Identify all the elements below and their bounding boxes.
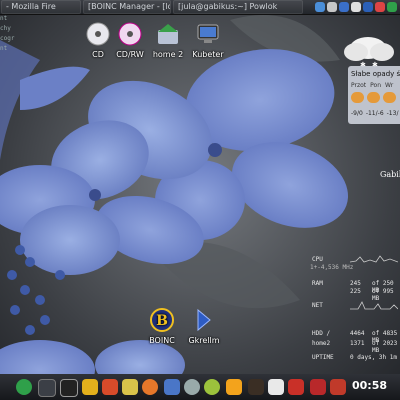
partly-cloudy-icon <box>367 92 380 103</box>
cloud-snow-icon: ✱ ✱ <box>344 37 394 69</box>
svg-text:B: B <box>156 313 168 329</box>
home-icon[interactable] <box>102 379 118 395</box>
task-boinc-manager[interactable]: [BOINC Manager - [localh <box>83 0 171 14</box>
office-icon[interactable] <box>310 379 326 395</box>
home-folder-icon <box>158 24 178 44</box>
desktop-icon-boinc[interactable]: B BOINC <box>142 308 182 345</box>
sysmon-value: 0 days, 3h 1m <box>350 354 397 361</box>
weather-day: Przot <box>351 82 367 89</box>
bluetooth-icon[interactable] <box>363 2 373 12</box>
editor-icon[interactable] <box>330 379 346 395</box>
desktop-icon-cdrw[interactable]: CD/RW <box>110 22 150 59</box>
system-monitor: CPU 1+-4,536 MHz RAM 245 of 250 MB 225 o… <box>310 250 400 368</box>
desktop-icon-label: Gkrellm <box>188 336 220 345</box>
volume-icon[interactable] <box>327 2 337 12</box>
desktop-icon-kubeter[interactable]: Kubeter <box>188 22 228 59</box>
partly-cloudy-icon <box>383 92 396 103</box>
chat-icon[interactable] <box>204 379 220 395</box>
firefox-icon[interactable] <box>142 379 158 395</box>
desktop-icon-home2[interactable]: home 2 <box>148 22 188 59</box>
sysmon-value: 245 <box>350 280 361 287</box>
penguin-icon[interactable] <box>268 379 284 395</box>
network-icon[interactable] <box>315 2 325 12</box>
sysmon-label: UPTIME <box>312 354 334 361</box>
cdrw-icon <box>118 22 142 46</box>
strip-line: chy <box>0 25 11 32</box>
top-taskbar: - Mozilla Fire [BOINC Manager - [localh … <box>0 0 400 15</box>
net-graph <box>350 301 398 310</box>
cpu-graph <box>350 255 398 263</box>
weather-temp: -13/ <box>386 110 399 117</box>
sysmon-max: of 2023 MB <box>372 340 398 354</box>
file-manager-icon[interactable] <box>82 379 98 395</box>
weather-temp: -9/0 <box>351 110 363 117</box>
gkrellm-tray-icon[interactable] <box>387 2 397 12</box>
package-icon[interactable] <box>226 379 242 395</box>
clock[interactable]: 00:58 <box>352 379 387 392</box>
start-menu-icon[interactable] <box>16 379 32 395</box>
bottom-dock: 00:58 <box>0 374 400 400</box>
weather-day: Wr <box>385 82 394 89</box>
terminal-icon[interactable] <box>60 379 78 397</box>
mail-icon[interactable] <box>164 379 180 395</box>
weather-description: Słabe opady ś <box>351 70 400 78</box>
weather-days: Przot Pon Wr <box>351 82 400 89</box>
game-icon[interactable] <box>288 379 304 395</box>
strip-line: nt <box>0 15 8 22</box>
cd-icon <box>86 22 110 46</box>
gkrellm-icon <box>197 308 211 332</box>
sysmon-label: RAM <box>312 280 323 287</box>
task-firefox[interactable]: - Mozilla Fire <box>1 0 81 14</box>
image-viewer-icon[interactable] <box>248 379 264 395</box>
desktop-icon-gkrellm[interactable]: Gkrellm <box>184 308 224 345</box>
sysmon-label: NET <box>312 302 323 309</box>
sysmon-value: 4464 <box>350 330 365 337</box>
strip-line: nt <box>0 45 8 52</box>
boinc-icon: B <box>150 308 174 332</box>
task-terminal[interactable]: [jula@gabikus:~] Powlok <box>173 0 303 14</box>
weather-tray-icon[interactable] <box>375 2 385 12</box>
weather-day: Pon <box>370 82 382 89</box>
desktop-icon-label: CD/RW <box>116 50 144 59</box>
partly-cloudy-icon <box>351 92 364 103</box>
computer-icon <box>197 24 219 43</box>
desktop-icon-label: home 2 <box>152 50 184 59</box>
desktop-icon-label: BOINC <box>149 336 175 345</box>
clipboard-icon[interactable] <box>351 2 361 12</box>
cpu-freq: 1+-4,536 MHz <box>310 264 354 271</box>
weather-forecast-icons <box>351 92 400 103</box>
sysmon-label: home2 <box>312 340 331 347</box>
system-tray <box>315 2 400 12</box>
desktop-switch-icon[interactable] <box>38 379 56 397</box>
weather-temps: -9/0 -11/-6 -13/ <box>351 110 400 117</box>
close-window-icon[interactable] <box>122 379 138 395</box>
update-icon[interactable] <box>339 2 349 12</box>
left-text-strip: nt chy cogr nt <box>0 14 16 134</box>
sysmon-host: Gabik <box>380 170 400 179</box>
network-manager-icon[interactable] <box>184 379 200 395</box>
sysmon-value: 1371 <box>350 340 365 347</box>
sysmon-label: CPU <box>312 256 323 263</box>
strip-line: cogr <box>0 35 15 42</box>
weather-temp: -11/-6 <box>365 110 384 117</box>
sysmon-label: HDD / <box>312 330 331 337</box>
desktop-icon-label: Kubeter <box>192 50 224 59</box>
sysmon-value: 225 <box>350 288 361 295</box>
